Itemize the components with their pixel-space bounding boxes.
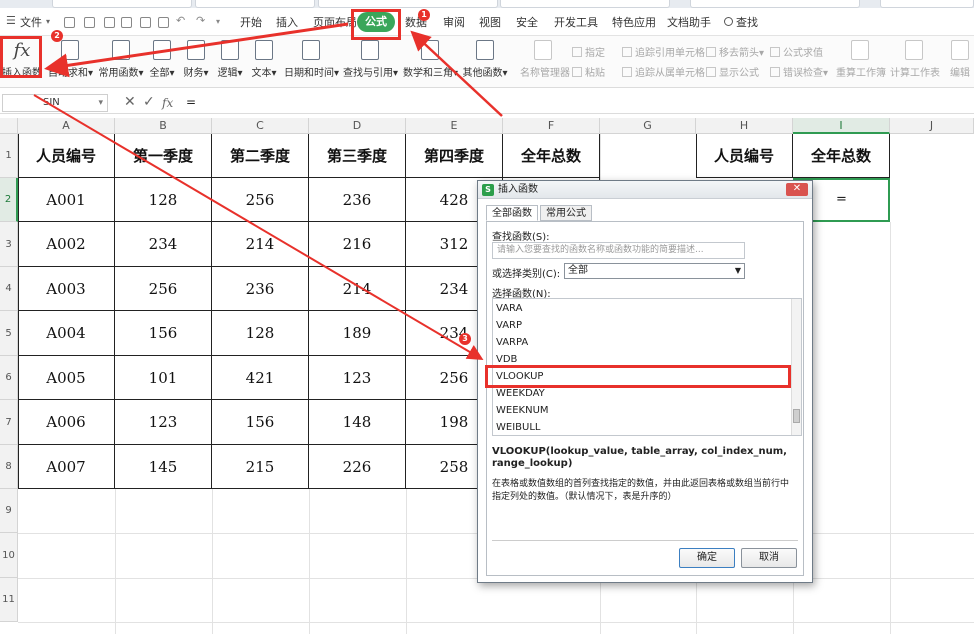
arrow-to-vlookup bbox=[33, 94, 484, 361]
arrow-to-insert-function bbox=[44, 22, 349, 78]
annotation-arrows bbox=[33, 22, 503, 361]
arrow-to-formula-tab bbox=[410, 30, 503, 117]
